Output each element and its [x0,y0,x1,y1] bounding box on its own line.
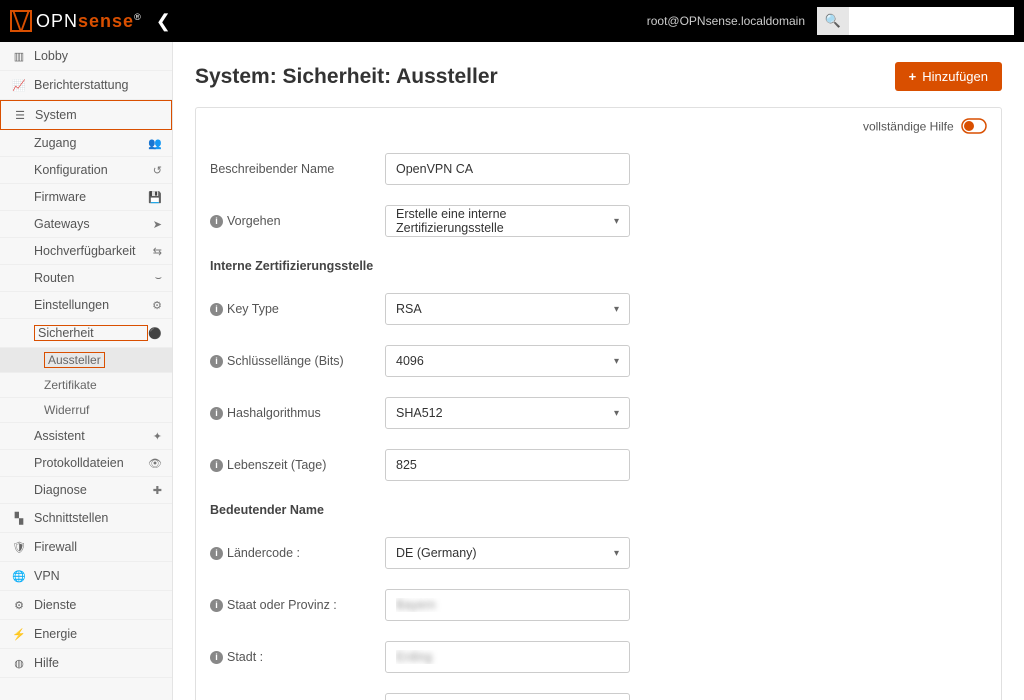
sidebar-item-widerruf[interactable]: Widerruf [0,398,172,423]
sidebar-item-einstellungen[interactable]: Einstellungen⚙ [0,292,172,319]
bolt-icon: ⚡ [12,628,26,641]
chevron-down-icon: ▾ [614,304,619,315]
keytype-label: iKey Type [210,302,385,316]
chevron-down-icon: ▾ [614,216,619,227]
sidebar-item-hilfe[interactable]: ◍Hilfe [0,649,172,678]
city-label: iStadt : [210,650,385,664]
sidebar-item-firewall[interactable]: 🛡Firewall [0,533,172,562]
shield-icon: 🛡 [12,541,26,554]
keytype-select[interactable]: RSA▾ [385,293,630,325]
gear-icon: ⚙ [12,599,26,612]
sidebar-item-firmware[interactable]: Firmware💾 [0,184,172,211]
sidebar-item-aussteller[interactable]: Aussteller [0,348,172,373]
info-icon[interactable]: i [210,651,223,664]
plus-icon: + [909,69,917,84]
lifering-icon: ◍ [12,657,26,670]
sidebar-item-sicherheit[interactable]: Sicherheit⚫ [0,319,172,348]
full-help-row: vollständige Hilfe [196,108,1001,143]
search-icon: 🔍 [825,13,841,29]
sidebar-item-energie[interactable]: ⚡Energie [0,620,172,649]
main-content: System: Sicherheit: Aussteller +Hinzufüg… [173,42,1024,700]
lifetime-label: iLebenszeit (Tage) [210,458,385,472]
state-input[interactable] [385,589,630,621]
hash-select[interactable]: SHA512▾ [385,397,630,429]
location-icon: ➤ [153,218,162,231]
section-internal-ca: Interne Zertifizierungsstelle [196,247,1001,283]
sidebar-item-lobby[interactable]: ▥Lobby [0,42,172,71]
sidebar-item-gateways[interactable]: Gateways➤ [0,211,172,238]
keylen-select[interactable]: 4096▾ [385,345,630,377]
info-icon[interactable]: i [210,355,223,368]
sidebar-collapse-icon[interactable]: ❮ [156,11,171,32]
add-button[interactable]: +Hinzufügen [895,62,1002,91]
full-help-label: vollständige Hilfe [863,120,954,134]
monitor-icon: ▥ [12,50,26,63]
medkit-icon: ✚ [153,484,162,497]
brand-text: OPNsense® [36,11,142,32]
network-icon: ▚ [12,512,26,525]
org-input[interactable] [385,693,630,700]
info-icon[interactable]: i [210,599,223,612]
state-label: iStaat oder Provinz : [210,598,385,612]
sidebar-item-schnittstellen[interactable]: ▚Schnittstellen [0,504,172,533]
info-icon[interactable]: i [210,459,223,472]
users-icon: 👥 [148,137,162,150]
crossroads-icon: ⌣ [155,272,162,285]
history-icon: ↺ [153,164,162,177]
info-icon[interactable]: i [210,407,223,420]
info-icon[interactable]: i [210,303,223,316]
save-icon: 💾 [148,191,162,204]
full-help-toggle[interactable] [961,118,987,137]
section-distinguished-name: Bedeutender Name [196,491,1001,527]
search-button[interactable]: 🔍 [817,7,849,35]
page-title: System: Sicherheit: Aussteller [195,65,498,89]
sidebar-item-diagnose[interactable]: Diagnose✚ [0,477,172,504]
method-select[interactable]: Erstelle eine interne Zertifizierungsste… [385,205,630,237]
sidebar-item-protokolldateien[interactable]: Protokolldateien👁 [0,450,172,477]
chevron-down-icon: ▾ [614,356,619,367]
sidebar-item-konfiguration[interactable]: Konfiguration↺ [0,157,172,184]
sidebar-item-assistent[interactable]: Assistent✦ [0,423,172,450]
medal-icon: ⚫ [148,327,162,340]
lifetime-input[interactable] [385,449,630,481]
sidebar-item-vpn[interactable]: 🌐VPN [0,562,172,591]
method-label: iVorgehen [210,214,385,228]
wand-icon: ✦ [153,430,162,443]
info-icon[interactable]: i [210,215,223,228]
chevron-down-icon: ▾ [614,408,619,419]
eye-icon: 👁 [148,457,162,470]
sliders-icon: ⚙ [152,299,162,312]
user-host: root@OPNsense.localdomain [647,14,805,28]
form-panel: vollständige Hilfe Beschreibender Name i… [195,107,1002,700]
sidebar-item-zertifikate[interactable]: Zertifikate [0,373,172,398]
sidebar-item-system[interactable]: ☰System [0,100,172,130]
descr-label: Beschreibender Name [210,162,385,176]
globe-icon: 🌐 [12,570,26,583]
sidebar: ▥Lobby 📈Berichterstattung ☰System Zugang… [0,42,173,700]
descr-input[interactable] [385,153,630,185]
keylen-label: iSchlüssellänge (Bits) [210,354,385,368]
sidebar-item-zugang[interactable]: Zugang👥 [0,130,172,157]
country-select[interactable]: DE (Germany)▾ [385,537,630,569]
list-icon: ☰ [13,109,27,122]
sidebar-item-reporting[interactable]: 📈Berichterstattung [0,71,172,100]
sidebar-item-routen[interactable]: Routen⌣ [0,265,172,292]
topbar: OPNsense® ❮ root@OPNsense.localdomain 🔍 [0,0,1024,42]
search-input[interactable] [849,7,1014,35]
chevron-down-icon: ▾ [614,548,619,559]
city-input[interactable] [385,641,630,673]
brand-logo[interactable]: OPNsense® [10,10,142,32]
sidebar-item-hochverfuegbarkeit[interactable]: Hochverfügbarkeit⇆ [0,238,172,265]
sidebar-item-dienste[interactable]: ⚙Dienste [0,591,172,620]
country-label: iLändercode : [210,546,385,560]
info-icon[interactable]: i [210,547,223,560]
hourglass-icon [10,10,32,32]
hash-label: iHashalgorithmus [210,406,385,420]
chart-icon: 📈 [12,79,26,92]
refresh-icon: ⇆ [153,245,162,258]
